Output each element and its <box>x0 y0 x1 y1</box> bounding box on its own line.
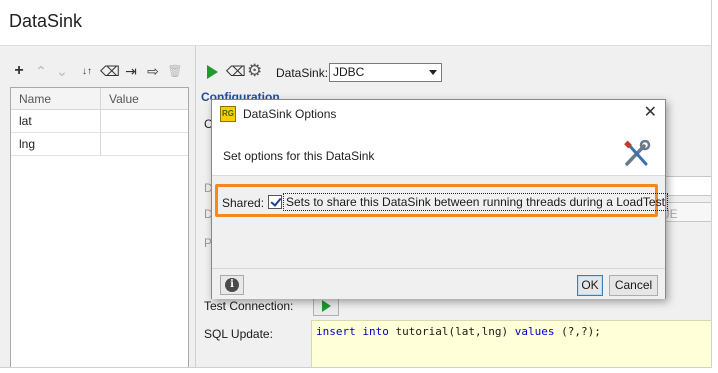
pane-divider[interactable] <box>195 46 196 367</box>
cell-value[interactable] <box>101 110 109 132</box>
dialog-title: DataSink Options <box>243 107 337 121</box>
title-bar: DataSink <box>0 0 711 46</box>
shared-label: Shared: <box>222 196 265 210</box>
play-icon <box>321 300 331 312</box>
table-row[interactable]: lat <box>11 110 188 133</box>
datasink-type-value: JDBC <box>333 65 365 79</box>
run-icon[interactable] <box>207 65 218 79</box>
window-title: DataSink <box>9 11 83 31</box>
dialog-header: Set options for this DataSink <box>212 128 665 176</box>
column-header-value[interactable]: Value <box>101 88 139 110</box>
eraser-icon[interactable]: ⌫ <box>226 63 246 80</box>
ok-button[interactable]: OK <box>577 275 603 296</box>
close-icon[interactable]: ✕ <box>644 105 657 121</box>
export-icon[interactable]: ⇨ <box>144 62 162 80</box>
chevron-down-icon <box>429 70 437 75</box>
table-header: Name Value <box>11 88 188 110</box>
dialog-footer: i OK Cancel <box>212 268 665 299</box>
import-icon[interactable]: ⇥ <box>122 62 140 80</box>
app-logo-icon: RG <box>220 106 236 122</box>
dialog-title-bar[interactable]: RG DataSink Options ✕ <box>212 100 665 128</box>
move-down-icon[interactable]: ⌄ <box>53 62 71 80</box>
config-field-input[interactable] <box>662 176 711 196</box>
datasink-toolbar: ⌫ ⚙ DataSink: JDBC <box>203 61 703 84</box>
info-icon: i <box>225 278 239 292</box>
add-icon[interactable]: + <box>10 62 28 80</box>
properties-toolbar: + ⌃ ⌄ ↓↑ ⌫ ⇥ ⇨ 🗑 <box>10 62 190 82</box>
cell-value[interactable] <box>101 133 109 155</box>
shared-checkbox[interactable] <box>268 195 282 209</box>
delete-icon[interactable]: 🗑 <box>166 62 184 80</box>
shared-checkbox-text[interactable]: Sets to share this DataSink between runn… <box>283 193 668 211</box>
clear-icon[interactable]: ⌫ <box>100 62 120 80</box>
properties-table: Name Value lat lng <box>10 87 189 367</box>
tools-icon <box>624 140 651 166</box>
datasink-type-label: DataSink: <box>276 66 329 80</box>
sort-icon[interactable]: ↓↑ <box>78 62 96 80</box>
sql-update-editor[interactable]: insert into tutorial(lat,lng) values (?,… <box>311 320 711 367</box>
move-up-icon[interactable]: ⌃ <box>32 62 50 80</box>
table-row[interactable]: lng <box>11 133 188 156</box>
test-connection-label: Test Connection: <box>204 299 294 313</box>
cell-name[interactable]: lat <box>11 110 101 132</box>
gear-icon[interactable]: ⚙ <box>247 61 262 81</box>
column-header-name[interactable]: Name <box>11 88 101 110</box>
cell-name[interactable]: lng <box>11 133 101 155</box>
dialog-body: Shared: Sets to share this DataSink betw… <box>212 177 668 267</box>
cancel-button[interactable]: Cancel <box>609 275 658 296</box>
dialog-subtitle: Set options for this DataSink <box>223 149 375 163</box>
datasink-options-dialog: RG DataSink Options ✕ Set options for th… <box>211 99 668 299</box>
datasink-window: DataSink + ⌃ ⌄ ↓↑ ⌫ ⇥ ⇨ 🗑 Name Value lat… <box>0 0 712 368</box>
help-button[interactable]: i <box>220 275 244 295</box>
test-connection-button[interactable] <box>313 296 339 316</box>
sql-update-label: SQL Update: <box>204 327 273 341</box>
datasink-type-select[interactable]: JDBC <box>329 63 442 82</box>
